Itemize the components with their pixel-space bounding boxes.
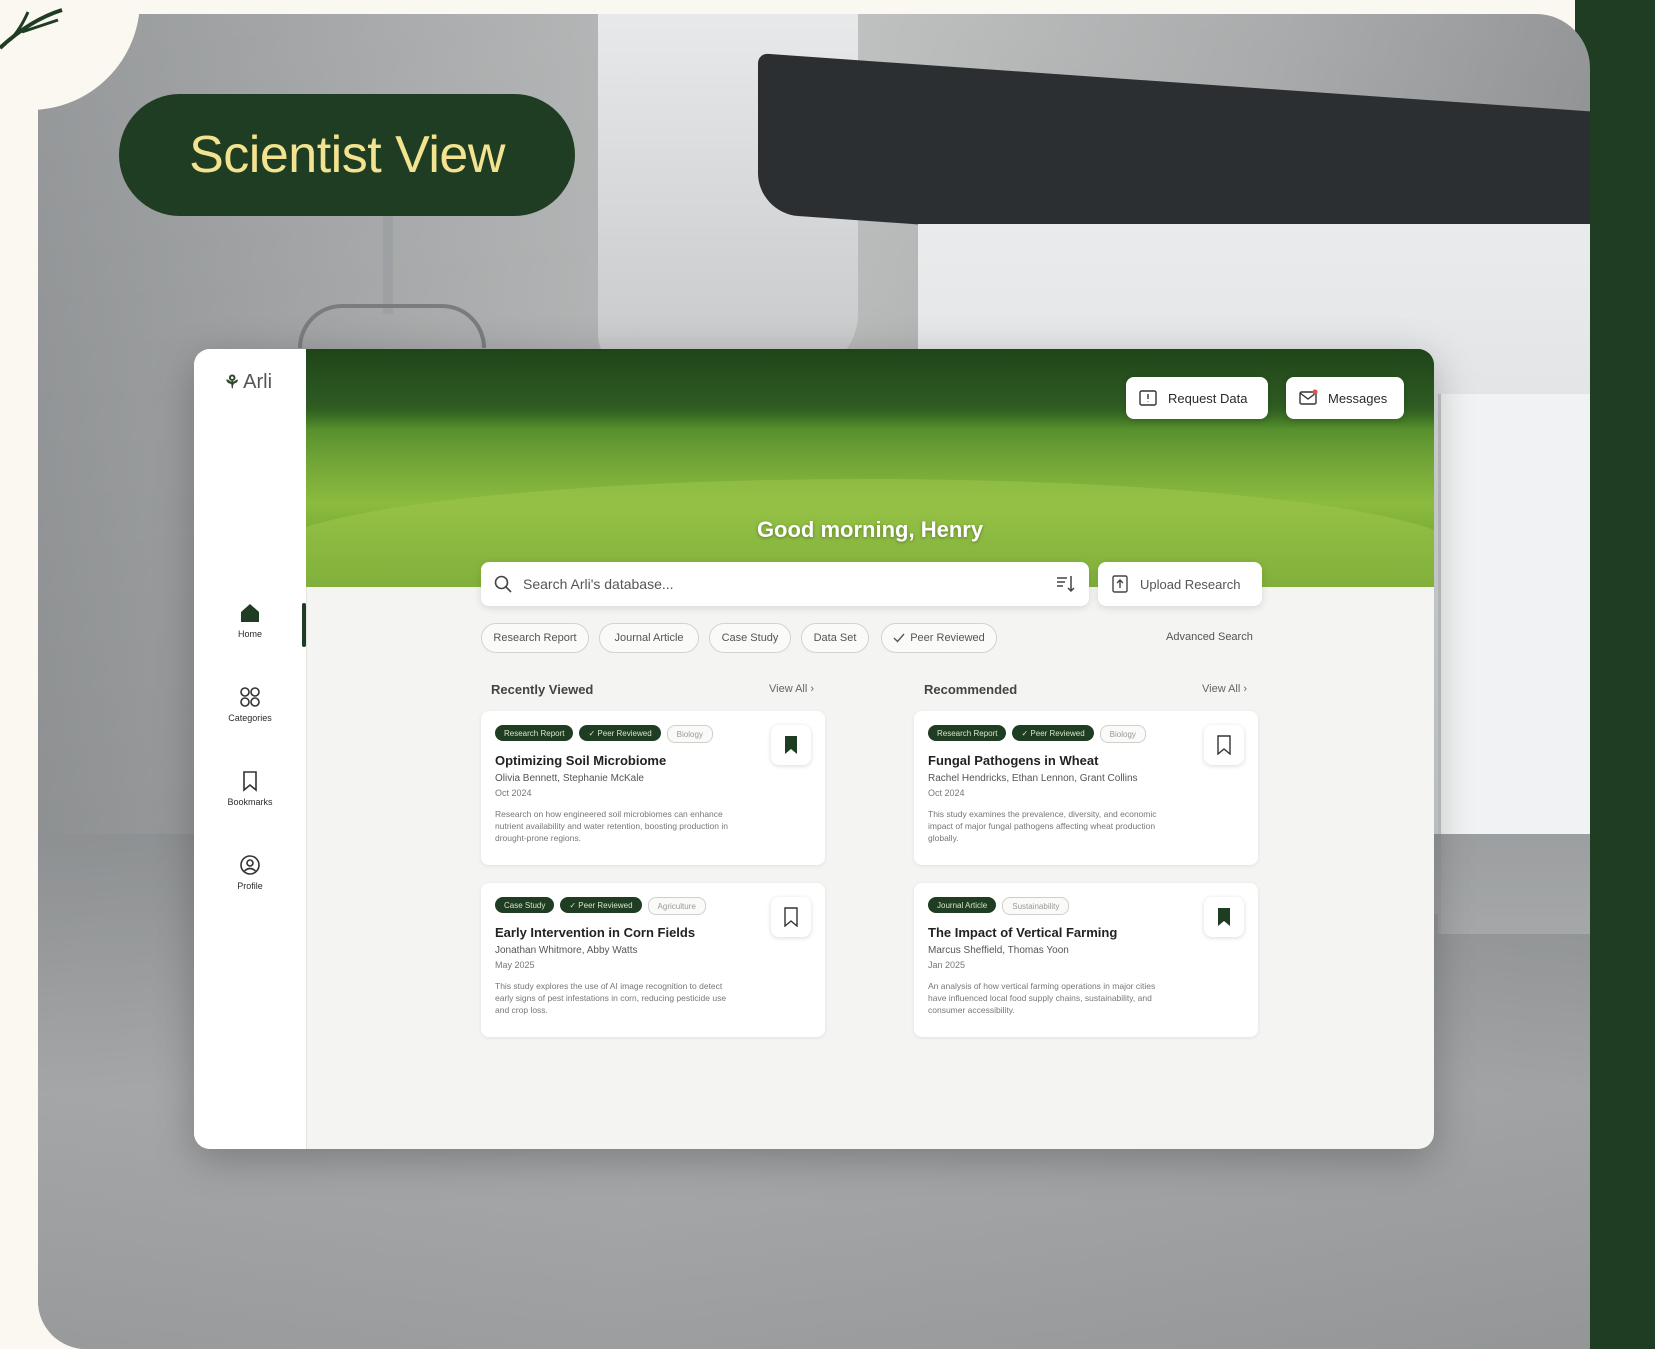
research-card[interactable]: Journal Article Sustainability The Impac… (914, 883, 1258, 1037)
sidebar-item-bookmarks[interactable]: Bookmarks (194, 769, 306, 807)
upload-icon (1112, 575, 1128, 593)
sidebar: ⚘ Arli Home Categories Bookmarks Profile (194, 349, 307, 1149)
research-card[interactable]: Research Report ✓ Peer Reviewed Biology … (481, 711, 825, 865)
home-icon (241, 604, 259, 622)
app-window: ⚘ Arli Home Categories Bookmarks Profile (194, 349, 1434, 1149)
filter-journal-article[interactable]: Journal Article (599, 623, 699, 653)
category-tag: Sustainability (1002, 897, 1070, 915)
bookmark-filled-icon (1218, 908, 1230, 926)
upload-research-button[interactable]: Upload Research (1098, 562, 1262, 606)
search-placeholder: Search Arli's database... (523, 576, 674, 592)
sidebar-item-categories[interactable]: Categories (194, 685, 306, 723)
bookmark-button[interactable] (771, 897, 811, 937)
research-card[interactable]: Research Report ✓ Peer Reviewed Biology … (914, 711, 1258, 865)
filter-case-study[interactable]: Case Study (709, 623, 791, 653)
active-indicator (302, 603, 306, 647)
recent-view-all-link[interactable]: View All › (769, 683, 814, 695)
greeting-text: Good morning, Henry (756, 517, 984, 542)
request-data-label: Request Data (1168, 390, 1248, 406)
type-tag: Research Report (928, 725, 1007, 741)
search-input[interactable]: Search Arli's database... (481, 562, 1089, 606)
bookmark-icon (784, 907, 798, 927)
logo-text: Arli (243, 371, 273, 393)
sidebar-item-home[interactable]: Home (194, 601, 306, 639)
research-card[interactable]: Case Study ✓ Peer Reviewed Agriculture E… (481, 883, 825, 1037)
filter-peer-reviewed[interactable]: Peer Reviewed (881, 623, 997, 653)
recently-viewed-title: Recently Viewed (491, 682, 594, 697)
chevron-right-icon: › (810, 683, 815, 695)
app-logo[interactable]: ⚘ Arli (224, 371, 272, 394)
card-title[interactable]: Optimizing Soil Microbiome (495, 753, 666, 768)
scientist-view-badge: Scientist View (119, 94, 575, 216)
check-icon (893, 633, 905, 643)
bookmark-filled-icon (785, 736, 797, 754)
card-date: Oct 2024 (928, 788, 965, 798)
messages-label: Messages (1328, 390, 1388, 406)
chevron-right-icon: › (1243, 683, 1248, 695)
type-tag: Case Study (495, 897, 555, 913)
filter-data-set[interactable]: Data Set (801, 623, 869, 653)
card-title[interactable]: Early Intervention in Corn Fields (495, 925, 695, 940)
mail-icon (1299, 389, 1318, 405)
bookmark-icon (243, 771, 257, 792)
request-data-button[interactable]: Request Data (1126, 377, 1268, 419)
card-description: Research on how engineered soil microbio… (495, 809, 728, 843)
type-tag: Research Report (495, 725, 574, 741)
bookmark-button[interactable] (771, 725, 811, 765)
profile-icon (240, 855, 260, 875)
card-date: Oct 2024 (495, 788, 532, 798)
card-authors: Jonathan Whitmore, Abby Watts (495, 945, 638, 956)
card-description: This study explores the use of AI image … (495, 981, 727, 1015)
search-icon (494, 575, 512, 593)
sort-icon[interactable] (1055, 574, 1077, 594)
peer-reviewed-tag: ✓ Peer Reviewed (1012, 725, 1094, 741)
card-title[interactable]: Fungal Pathogens in Wheat (928, 753, 1098, 768)
sidebar-item-label: Home (237, 629, 262, 639)
card-description: This study examines the prevalence, dive… (928, 809, 1157, 843)
recommended-title: Recommended (924, 682, 1018, 697)
peer-reviewed-tag: ✓ Peer Reviewed (560, 897, 642, 913)
sidebar-item-label: Categories (228, 713, 272, 723)
category-tag: Biology (666, 725, 713, 743)
hero-banner: Good morning, Henry Request Data Message… (306, 349, 1434, 587)
peer-reviewed-tag: ✓ Peer Reviewed (579, 725, 661, 741)
card-authors: Olivia Bennett, Stephanie McKale (495, 773, 644, 784)
type-tag: Journal Article (928, 897, 997, 913)
wheat-logo-icon: ⚘ (224, 372, 241, 392)
category-tag: Biology (1099, 725, 1146, 743)
card-description: An analysis of how vertical farming oper… (928, 981, 1156, 1015)
card-authors: Rachel Hendricks, Ethan Lennon, Grant Co… (928, 773, 1138, 784)
sidebar-item-label: Bookmarks (227, 797, 273, 807)
request-data-icon (1139, 390, 1157, 406)
card-date: Jan 2025 (928, 960, 966, 970)
card-authors: Marcus Sheffield, Thomas Yoon (928, 945, 1069, 956)
sidebar-item-label: Profile (237, 881, 263, 891)
grid-icon (240, 687, 260, 707)
bookmark-icon (1217, 735, 1231, 755)
card-date: May 2025 (495, 960, 535, 970)
messages-button[interactable]: Messages (1286, 377, 1404, 419)
bookmark-button[interactable] (1204, 897, 1244, 937)
card-title[interactable]: The Impact of Vertical Farming (928, 925, 1117, 940)
sidebar-item-profile[interactable]: Profile (194, 853, 306, 891)
advanced-search-link[interactable]: Advanced Search (1166, 631, 1253, 643)
recommended-view-all-link[interactable]: View All › (1202, 683, 1247, 695)
category-tag: Agriculture (647, 897, 706, 915)
leaf-icon (0, 8, 63, 50)
filter-research-report[interactable]: Research Report (481, 623, 589, 653)
upload-label: Upload Research (1140, 576, 1241, 592)
bookmark-button[interactable] (1204, 725, 1244, 765)
